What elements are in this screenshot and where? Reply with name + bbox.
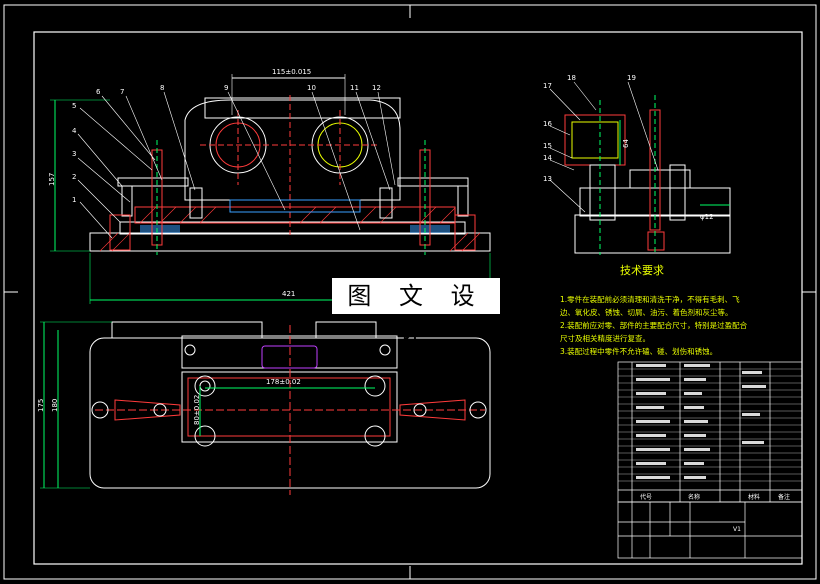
callout-10: 10 [307,84,316,92]
callout-6: 6 [96,88,101,96]
bom-header-name: 名称 [688,494,701,501]
tech-line: 3.装配过程中零件不允许磕、碰、划伤和锈蚀。 [560,347,718,356]
dim-plan-175: 175 [37,398,45,412]
dim-plan-180: 180 [51,398,59,412]
callout-13: 13 [543,175,552,183]
watermark-text: 图 文 设 计 [332,278,500,346]
dim-plan-80: 80±0.02 [193,394,201,425]
dim-overall: 421 [282,290,296,298]
callout-12: 12 [372,84,381,92]
tech-line: 2.装配前应对零、部件的主要配合尺寸，特别是过盈配合 [560,321,748,330]
callout-11: 11 [350,84,359,92]
callout-2: 2 [72,173,77,181]
dim-side-12: φ12 [700,213,714,221]
callout-14: 14 [543,154,552,162]
tech-line: 尺寸及相关精度进行复查。 [560,334,650,343]
dim-top-span: 115±0.015 [272,68,312,76]
tech-requirements-title: 技术要求 [620,264,664,277]
drawing-sheet: 图 文 设 计 115±0.015 157 421 178±0.02 80±0.… [0,0,820,584]
callout-5: 5 [72,102,77,110]
bom-header-remark: 备注 [778,494,791,501]
tech-line: 1.零件在装配前必须清理和清洗干净，不得有毛刺、飞 [560,295,740,304]
callout-16: 16 [543,120,552,128]
title-block [617,501,803,559]
callout-7: 7 [120,88,125,96]
side-view [549,81,731,255]
bom-header-code: 代号 [640,494,653,501]
callout-17: 17 [543,82,552,90]
callout-1: 1 [72,196,77,204]
callout-3: 3 [72,150,77,158]
bom-fills [636,364,766,479]
callout-4: 4 [72,127,77,135]
bom-header-material: 材料 [748,494,761,501]
front-view [50,74,491,304]
dim-height: 157 [48,172,56,186]
callout-15: 15 [543,142,552,150]
tech-line: 边、氧化皮、锈蚀、切屑、油污、着色剂和灰尘等。 [560,308,733,317]
callout-19: 19 [627,74,636,82]
callout-8: 8 [160,84,165,92]
title-block-version: V1 [733,526,741,533]
dim-side-64: 64 [622,139,630,148]
dim-plan-178: 178±0.02 [266,378,301,386]
callout-18: 18 [567,74,576,82]
callout-9: 9 [224,84,229,92]
